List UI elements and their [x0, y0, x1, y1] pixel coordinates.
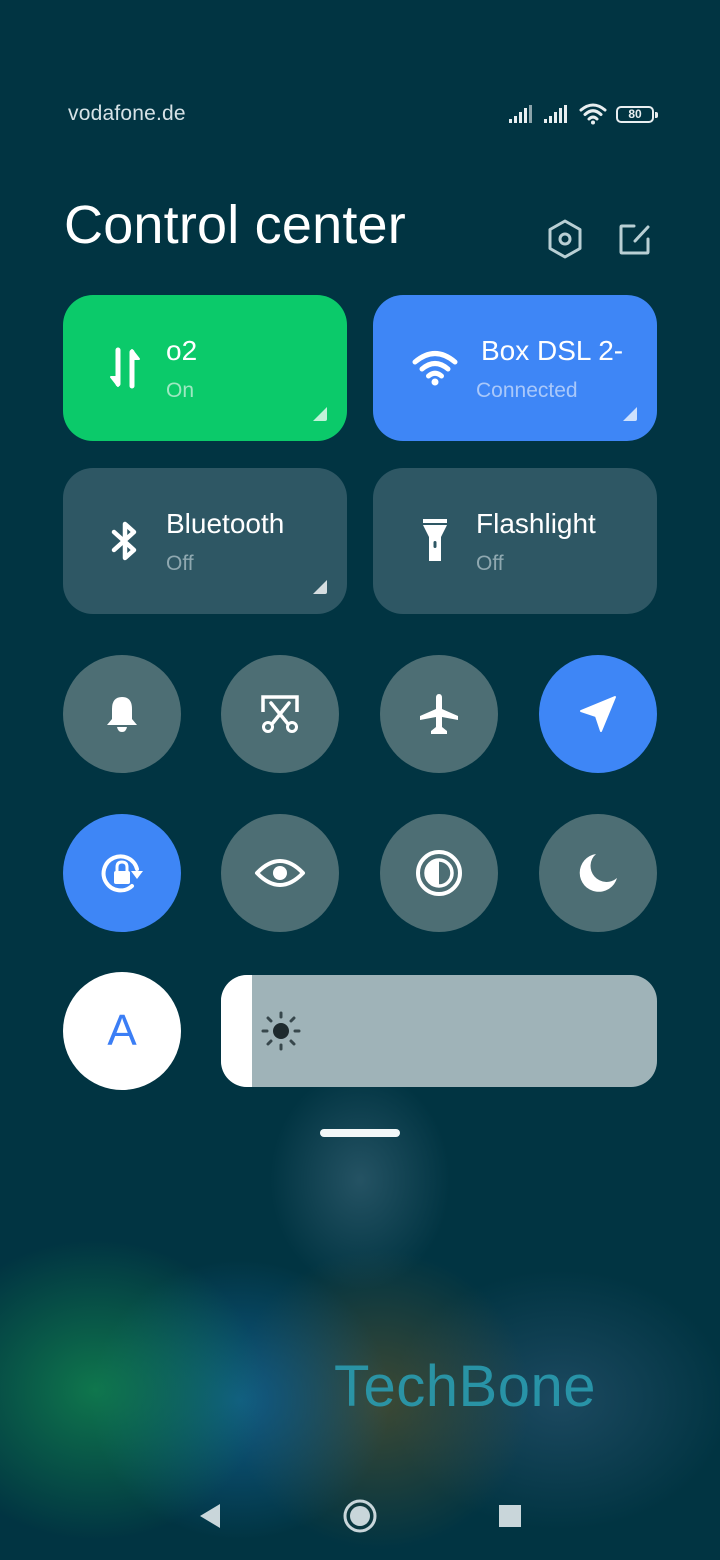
brightness-slider[interactable]: [221, 975, 657, 1087]
battery-icon: 80: [616, 105, 658, 123]
expand-corner-icon[interactable]: [623, 407, 637, 421]
toggle-reading-mode[interactable]: [221, 814, 339, 932]
toggle-screenshot[interactable]: [221, 655, 339, 773]
toggle-location[interactable]: [539, 655, 657, 773]
toggle-ringer[interactable]: [63, 655, 181, 773]
nav-recents-button[interactable]: [488, 1494, 532, 1538]
status-icons: 80: [509, 102, 658, 126]
mobile-data-arrows-icon: [101, 344, 149, 392]
tile-status: Connected: [476, 379, 578, 402]
page-title: Control center: [64, 195, 406, 255]
status-bar: vodafone.de 80: [0, 96, 720, 136]
tile-status: On: [166, 379, 195, 402]
bluetooth-icon: [101, 517, 149, 565]
scissors-screenshot-icon: [261, 695, 299, 733]
wifi-icon: [411, 344, 459, 392]
tile-title: Box DSL 2-: [481, 335, 624, 366]
signal-sim1-icon: [509, 105, 532, 123]
nav-back-button[interactable]: [190, 1496, 230, 1536]
tile-title: Flashlight: [476, 508, 596, 539]
tile-title: o2: [166, 335, 198, 366]
tile-mobile-data[interactable]: o2 On: [63, 295, 347, 441]
edit-button[interactable]: [614, 218, 656, 260]
tile-wifi[interactable]: Box DSL 2- Connected: [373, 295, 657, 441]
home-circle-icon: [343, 1499, 377, 1533]
settings-hexagon-icon: [548, 219, 582, 259]
rotation-lock-icon: [101, 854, 143, 893]
expand-corner-icon[interactable]: [313, 407, 327, 421]
tile-title: Bluetooth: [166, 508, 285, 539]
toggle-dark-mode[interactable]: [380, 814, 498, 932]
brightness-sun-icon: [261, 1011, 301, 1051]
location-arrow-icon: [580, 696, 616, 732]
expand-corner-icon[interactable]: [313, 580, 327, 594]
tile-status: Off: [476, 552, 504, 575]
watermark: TechBone: [334, 1354, 596, 1419]
airplane-icon: [420, 694, 458, 734]
wifi-icon: [579, 103, 607, 125]
auto-brightness-label: A: [107, 1006, 137, 1055]
eye-icon: [255, 859, 305, 887]
tile-flashlight[interactable]: Flashlight Off: [373, 468, 657, 614]
auto-brightness-button[interactable]: A: [63, 972, 181, 1090]
moon-icon: [579, 854, 617, 892]
contrast-icon: [416, 850, 462, 896]
recents-square-icon: [499, 1505, 521, 1527]
tile-bluetooth[interactable]: Bluetooth Off: [63, 468, 347, 614]
edit-icon: [619, 224, 650, 255]
tile-status: Off: [166, 552, 194, 575]
flashlight-icon: [411, 517, 459, 565]
brightness-fill: [221, 975, 252, 1087]
battery-level: 80: [628, 107, 642, 121]
panel-drag-handle[interactable]: [320, 1129, 400, 1137]
bell-icon: [107, 697, 137, 732]
settings-button[interactable]: [544, 218, 586, 260]
toggle-airplane-mode[interactable]: [380, 655, 498, 773]
toggle-do-not-disturb[interactable]: [539, 814, 657, 932]
nav-home-button[interactable]: [338, 1494, 382, 1538]
back-triangle-icon: [200, 1504, 220, 1528]
toggle-rotation-lock[interactable]: [63, 814, 181, 932]
signal-sim2-icon: [544, 105, 567, 123]
carrier-name: vodafone.de: [68, 102, 186, 125]
